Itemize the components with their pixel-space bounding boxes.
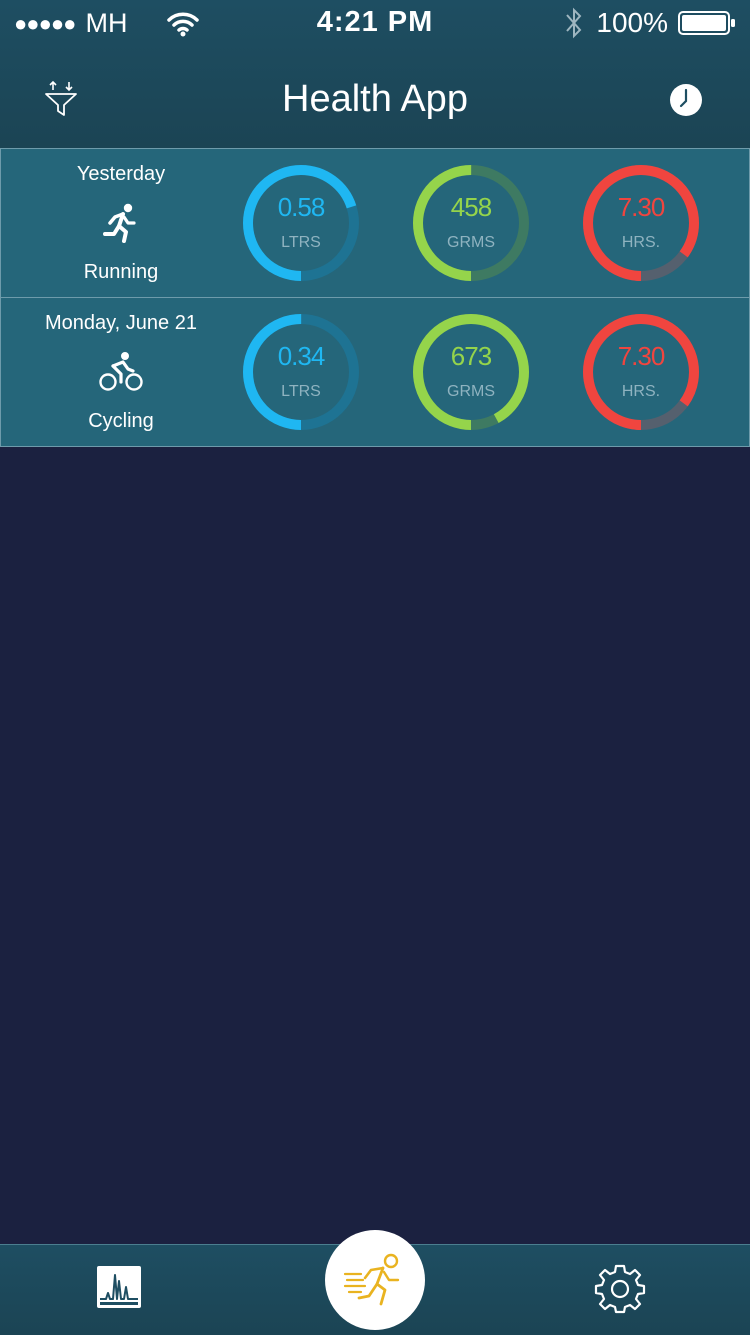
battery-percent: 100% (596, 7, 668, 38)
ring-value: 7.30 (617, 192, 666, 222)
activity-summary: Yesterday Running (11, 149, 231, 297)
ring-progress-arc (413, 314, 529, 430)
ring-unit: GRMS (447, 383, 495, 400)
ring-unit: LTRS (281, 234, 321, 251)
ring-unit: HRS. (621, 383, 661, 400)
cycling-icon (99, 352, 143, 391)
ring-unit: GRMS (447, 234, 495, 251)
clock-icon[interactable] (668, 82, 704, 118)
ring-graphic (583, 314, 699, 430)
ring-unit: LTRS (281, 383, 321, 400)
app-header: ●●●●● MH 4:21 PM 100% Health App (0, 0, 750, 148)
calories-ring: 458 GRMS (410, 162, 532, 284)
running-icon (103, 203, 136, 243)
chart-icon[interactable] (96, 1265, 142, 1309)
calories-ring: 673 GRMS (410, 311, 532, 433)
activity-name: Running (83, 261, 159, 283)
settings-icon[interactable] (594, 1263, 646, 1315)
ring-value: 7.30 (617, 341, 666, 371)
ring-graphic (243, 314, 359, 430)
ring-value: 0.34 (277, 341, 326, 371)
activity-date: Yesterday (76, 163, 166, 185)
ring-unit: HRS. (621, 234, 661, 251)
ring-graphic (413, 165, 529, 281)
ring-value: 0.58 (277, 192, 326, 222)
status-bar: ●●●●● MH 4:21 PM 100% (0, 0, 750, 48)
bluetooth-icon (566, 7, 582, 39)
activity-row-running[interactable]: Yesterday Running 0.58 LTRS 458 GRMS 7.3… (0, 148, 750, 298)
status-right: 100% (564, 6, 736, 40)
activity-row-cycling[interactable]: Monday, June 21 Cycling 0.34 LTRS 673 GR… (0, 298, 750, 447)
water-ring: 0.58 LTRS (240, 162, 362, 284)
hours-ring: 7.30 HRS. (580, 162, 702, 284)
ring-graphic (583, 165, 699, 281)
activity-list: Yesterday Running 0.58 LTRS 458 GRMS 7.3… (0, 148, 750, 447)
ring-graphic (413, 314, 529, 430)
runner-icon (343, 1253, 400, 1306)
water-ring: 0.34 LTRS (240, 311, 362, 433)
activity-date: Monday, June 21 (45, 312, 197, 334)
activity-name: Cycling (88, 410, 154, 432)
page-title: Health App (282, 78, 468, 120)
start-workout-button[interactable] (325, 1230, 425, 1330)
activity-summary: Monday, June 21 Cycling (11, 298, 231, 446)
ring-value: 458 (450, 192, 492, 222)
ring-graphic (243, 165, 359, 281)
battery-icon (678, 11, 735, 35)
ring-value: 673 (450, 341, 492, 371)
hours-ring: 7.30 HRS. (580, 311, 702, 433)
